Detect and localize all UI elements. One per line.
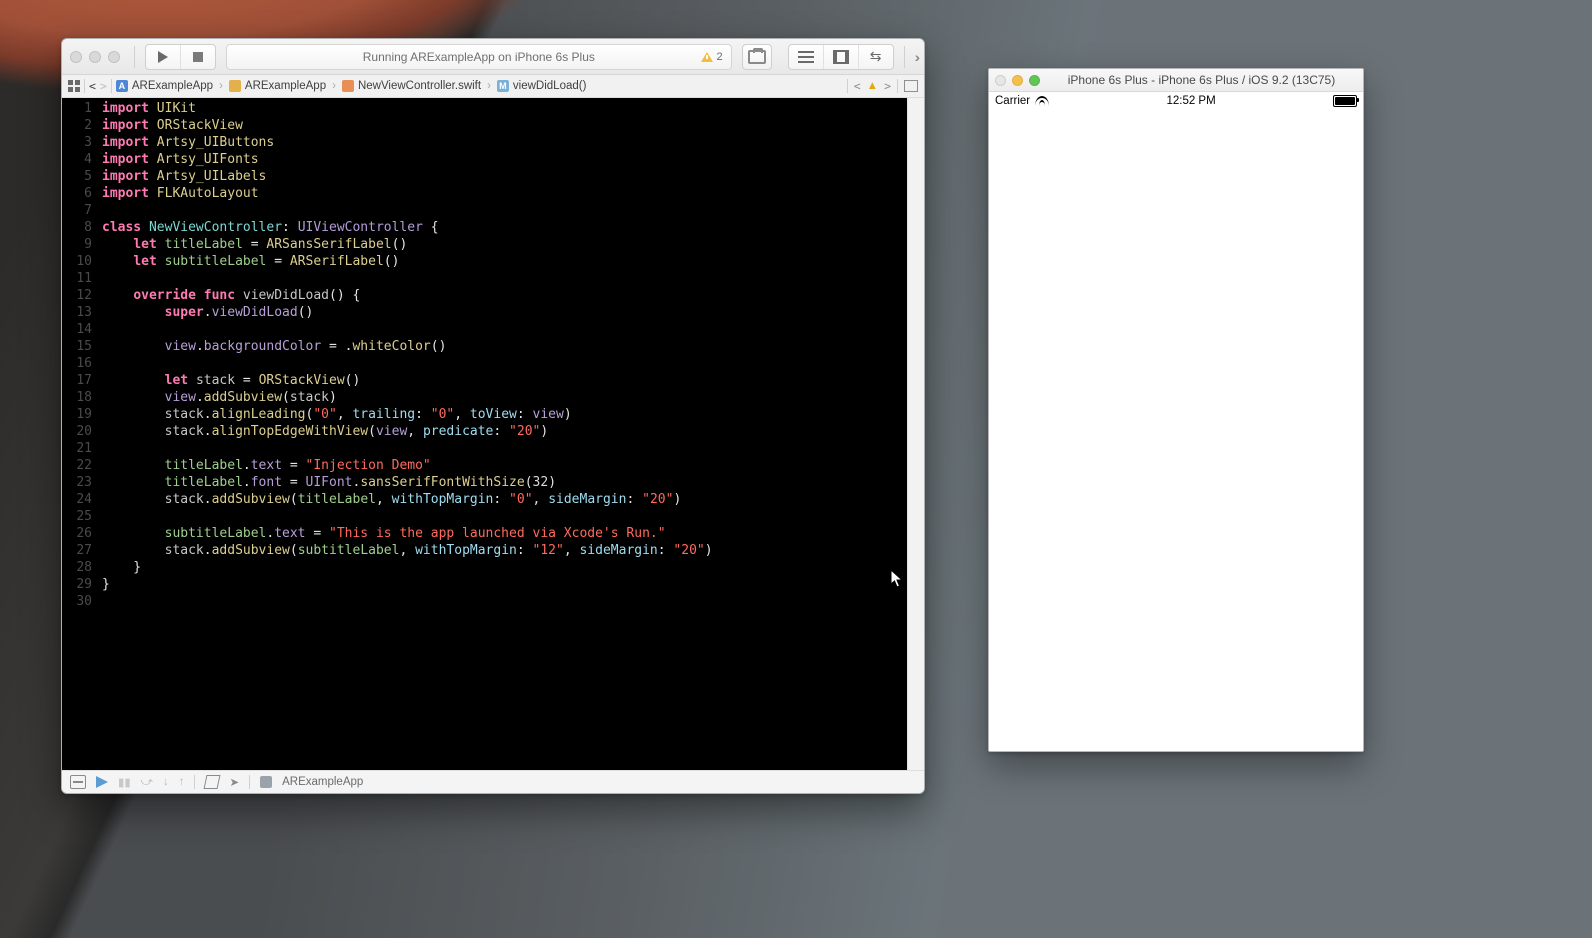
lines-icon <box>798 56 814 58</box>
location-icon[interactable]: ➤ <box>229 775 239 789</box>
separator <box>134 46 135 68</box>
version-editor-button[interactable]: ⇆ <box>859 45 893 69</box>
separator <box>897 79 898 93</box>
ios-simulator-window: iPhone 6s Plus - iPhone 6s Plus / iOS 9.… <box>988 68 1364 752</box>
debug-bar: ▮▮ ⤻ ↓ ↑ ➤ ARExampleApp <box>62 770 924 793</box>
breakpoints-icon[interactable] <box>96 776 108 788</box>
camera-icon <box>748 50 766 64</box>
close-icon[interactable] <box>995 75 1006 86</box>
method-icon: M <box>497 80 509 92</box>
xcode-window: Running ARExampleApp on iPhone 6s Plus 2… <box>61 38 925 794</box>
breadcrumb-file[interactable]: NewViewController.swift <box>358 80 481 92</box>
xcode-titlebar: Running ARExampleApp on iPhone 6s Plus 2… <box>62 39 924 75</box>
chevron-right-icon: › <box>487 80 491 92</box>
chevron-right-icon: › <box>219 80 223 92</box>
simulator-title: iPhone 6s Plus - iPhone 6s Plus / iOS 9.… <box>1046 73 1357 87</box>
standard-editor-button[interactable] <box>789 45 824 69</box>
pause-icon[interactable]: ▮▮ <box>118 775 131 789</box>
desktop-background: Running ARExampleApp on iPhone 6s Plus 2… <box>0 0 1592 938</box>
activity-status-text: Running ARExampleApp on iPhone 6s Plus <box>363 50 595 64</box>
breadcrumb[interactable]: < > A ARExampleApp › ARExampleApp › NewV… <box>68 79 586 93</box>
clock-label: 12:52 PM <box>1166 95 1215 107</box>
separator <box>111 79 112 93</box>
warning-badge[interactable]: 2 <box>701 51 723 63</box>
code-content[interactable]: import UIKitimport ORStackViewimport Art… <box>96 98 907 770</box>
warning-dot-icon: ▲ <box>867 80 878 92</box>
counterpart-back-button[interactable]: < <box>854 79 861 93</box>
chevron-right-icon: › <box>332 80 336 92</box>
wifi-icon <box>1035 96 1049 106</box>
simulator-app-content[interactable] <box>989 110 1363 751</box>
process-icon <box>260 776 272 788</box>
stop-icon <box>193 52 203 62</box>
warning-count: 2 <box>717 51 723 63</box>
step-over-icon[interactable]: ⤻ <box>141 776 153 789</box>
play-icon <box>158 51 168 63</box>
arrows-icon: ⇆ <box>870 48 882 65</box>
run-stop-toolbar <box>145 44 216 70</box>
debug-target-name[interactable]: ARExampleApp <box>282 776 363 788</box>
separator <box>249 775 250 789</box>
separator <box>904 46 905 68</box>
step-into-icon[interactable]: ↓ <box>163 776 169 788</box>
debug-view-icon[interactable] <box>204 775 221 789</box>
vertical-scrollbar[interactable] <box>907 98 924 770</box>
back-button[interactable]: < <box>89 79 96 93</box>
zoom-icon[interactable] <box>1029 75 1040 86</box>
separator <box>847 79 848 93</box>
show-doc-items-icon[interactable] <box>904 80 918 92</box>
separator <box>84 79 85 93</box>
project-icon: A <box>116 80 128 92</box>
zoom-icon[interactable] <box>108 51 120 63</box>
breadcrumb-folder[interactable]: ARExampleApp <box>245 80 326 92</box>
breadcrumb-right-controls: < ▲ > <box>847 79 918 93</box>
assistant-editor-button[interactable] <box>824 45 859 69</box>
separator <box>194 775 195 789</box>
editor-layout-segment: ⇆ <box>788 45 894 69</box>
warning-icon <box>701 52 713 62</box>
snapshot-button[interactable] <box>742 44 772 70</box>
minimize-icon[interactable] <box>1012 75 1023 86</box>
code-editor[interactable]: 1234567891011121314151617181920212223242… <box>62 98 924 770</box>
breadcrumb-project[interactable]: ARExampleApp <box>132 80 213 92</box>
step-out-icon[interactable]: ↑ <box>179 776 185 788</box>
activity-status-bar[interactable]: Running ARExampleApp on iPhone 6s Plus 2 <box>226 44 732 70</box>
overlapping-circles-icon <box>833 50 849 64</box>
toggle-debug-area-icon[interactable] <box>70 775 86 789</box>
folder-icon <box>229 80 241 92</box>
stop-button[interactable] <box>181 45 215 69</box>
forward-button[interactable]: > <box>100 79 107 93</box>
simulator-titlebar: iPhone 6s Plus - iPhone 6s Plus / iOS 9.… <box>989 69 1363 92</box>
overflow-chevrons-icon[interactable]: ›› <box>915 49 916 65</box>
counterpart-forward-button[interactable]: > <box>884 79 891 93</box>
run-button[interactable] <box>146 45 181 69</box>
related-items-icon[interactable] <box>68 80 80 92</box>
line-number-gutter: 1234567891011121314151617181920212223242… <box>62 98 96 770</box>
window-traffic-lights[interactable] <box>70 51 120 63</box>
ios-status-bar: Carrier 12:52 PM <box>989 92 1363 110</box>
battery-icon <box>1333 95 1357 107</box>
minimize-icon[interactable] <box>89 51 101 63</box>
breadcrumb-symbol[interactable]: viewDidLoad() <box>513 80 587 92</box>
carrier-label: Carrier <box>995 95 1030 107</box>
breadcrumb-bar: < > A ARExampleApp › ARExampleApp › NewV… <box>62 75 924 98</box>
swift-file-icon <box>342 80 354 92</box>
close-icon[interactable] <box>70 51 82 63</box>
